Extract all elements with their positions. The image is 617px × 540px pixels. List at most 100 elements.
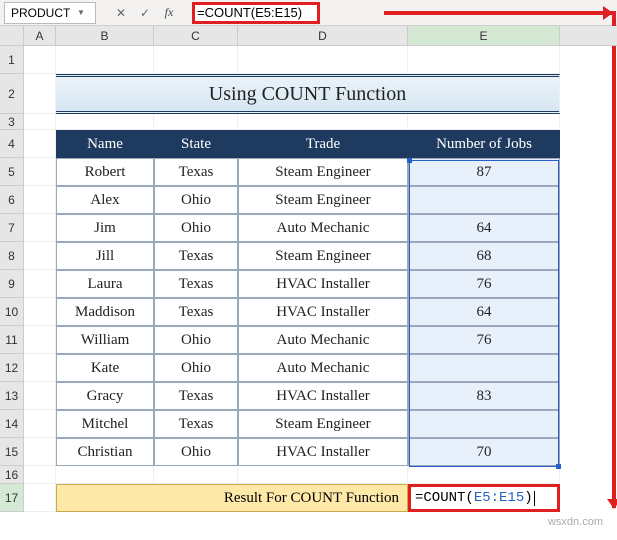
cell[interactable] [24,130,56,158]
row-header-9[interactable]: 9 [0,270,24,298]
cell-trade[interactable]: Steam Engineer [238,158,408,186]
cell-state[interactable]: Ohio [154,438,238,466]
row-header-8[interactable]: 8 [0,242,24,270]
cell[interactable] [24,326,56,354]
cell-trade[interactable]: Steam Engineer [238,186,408,214]
row-header-14[interactable]: 14 [0,410,24,438]
cell-name[interactable]: Gracy [56,382,154,410]
cell-jobs[interactable]: 64 [408,214,560,242]
col-header-e[interactable]: E [408,26,560,45]
cancel-icon[interactable]: ✕ [110,2,132,24]
cell[interactable] [154,466,238,484]
cell-state[interactable]: Texas [154,410,238,438]
cell-state[interactable]: Texas [154,242,238,270]
row-header-12[interactable]: 12 [0,354,24,382]
col-header-b[interactable]: B [56,26,154,45]
cell[interactable] [24,298,56,326]
row-header-5[interactable]: 5 [0,158,24,186]
cell-trade[interactable]: HVAC Installer [238,438,408,466]
cell-trade[interactable]: HVAC Installer [238,270,408,298]
cell[interactable] [56,46,154,74]
cell-state[interactable]: Ohio [154,354,238,382]
cell-state[interactable]: Texas [154,158,238,186]
cell[interactable] [24,382,56,410]
cell-trade[interactable]: Auto Mechanic [238,326,408,354]
row-header-10[interactable]: 10 [0,298,24,326]
name-box-input[interactable] [11,6,73,20]
cell-trade[interactable]: Auto Mechanic [238,354,408,382]
cell-name[interactable]: Christian [56,438,154,466]
col-header-d[interactable]: D [238,26,408,45]
cell-jobs[interactable] [408,186,560,214]
cell[interactable] [24,46,56,74]
table-header-trade[interactable]: Trade [238,130,408,158]
cell-name[interactable]: Jim [56,214,154,242]
cell-trade[interactable]: Auto Mechanic [238,214,408,242]
cell-name[interactable]: Laura [56,270,154,298]
result-formula-cell[interactable]: =COUNT(E5:E15) [408,484,560,512]
title-cell[interactable]: Using COUNT Function [56,74,560,114]
cell-trade[interactable]: HVAC Installer [238,382,408,410]
cell-name[interactable]: Jill [56,242,154,270]
row-header-13[interactable]: 13 [0,382,24,410]
cell-jobs[interactable] [408,410,560,438]
cell[interactable] [24,438,56,466]
cell[interactable] [408,114,560,130]
cell[interactable] [238,466,408,484]
cell-name[interactable]: Mitchel [56,410,154,438]
row-header-4[interactable]: 4 [0,130,24,158]
cell-state[interactable]: Texas [154,270,238,298]
cell[interactable] [56,466,154,484]
cell-state[interactable]: Ohio [154,326,238,354]
col-header-a[interactable]: A [24,26,56,45]
confirm-icon[interactable]: ✓ [134,2,156,24]
cell-name[interactable]: William [56,326,154,354]
cell[interactable] [24,214,56,242]
row-header-15[interactable]: 15 [0,438,24,466]
cell[interactable] [24,270,56,298]
cell[interactable] [24,354,56,382]
select-all-corner[interactable] [0,26,24,45]
row-header-7[interactable]: 7 [0,214,24,242]
cell-state[interactable]: Texas [154,382,238,410]
chevron-down-icon[interactable]: ▼ [73,8,89,17]
row-header-11[interactable]: 11 [0,326,24,354]
cell[interactable] [24,242,56,270]
cell-jobs[interactable]: 87 [408,158,560,186]
name-box[interactable]: ▼ [4,2,96,24]
cell-jobs[interactable]: 68 [408,242,560,270]
cell-jobs[interactable]: 83 [408,382,560,410]
formula-bar-input[interactable] [197,5,315,20]
cell[interactable] [24,410,56,438]
row-header-16[interactable]: 16 [0,466,24,484]
cell-state[interactable]: Ohio [154,214,238,242]
cell-jobs[interactable] [408,354,560,382]
cell-jobs[interactable]: 76 [408,326,560,354]
row-header-3[interactable]: 3 [0,114,24,130]
cell-name[interactable]: Kate [56,354,154,382]
cell-state[interactable]: Ohio [154,186,238,214]
cell[interactable] [24,114,56,130]
cell[interactable] [24,484,56,512]
cell-trade[interactable]: Steam Engineer [238,410,408,438]
table-header-jobs[interactable]: Number of Jobs [408,130,560,158]
row-header-2[interactable]: 2 [0,74,24,114]
cell[interactable] [24,186,56,214]
cell-name[interactable]: Robert [56,158,154,186]
row-header-6[interactable]: 6 [0,186,24,214]
table-header-state[interactable]: State [154,130,238,158]
cell-jobs[interactable]: 70 [408,438,560,466]
cell[interactable] [24,74,56,114]
cell[interactable] [238,46,408,74]
cell-name[interactable]: Maddison [56,298,154,326]
cell-trade[interactable]: HVAC Installer [238,298,408,326]
cell[interactable] [408,466,560,484]
cell-state[interactable]: Texas [154,298,238,326]
cell[interactable] [24,158,56,186]
cell[interactable] [24,466,56,484]
row-header-17[interactable]: 17 [0,484,24,512]
cell-trade[interactable]: Steam Engineer [238,242,408,270]
fx-icon[interactable]: fx [158,2,180,24]
result-label-cell[interactable]: Result For COUNT Function [56,484,408,512]
cell-name[interactable]: Alex [56,186,154,214]
